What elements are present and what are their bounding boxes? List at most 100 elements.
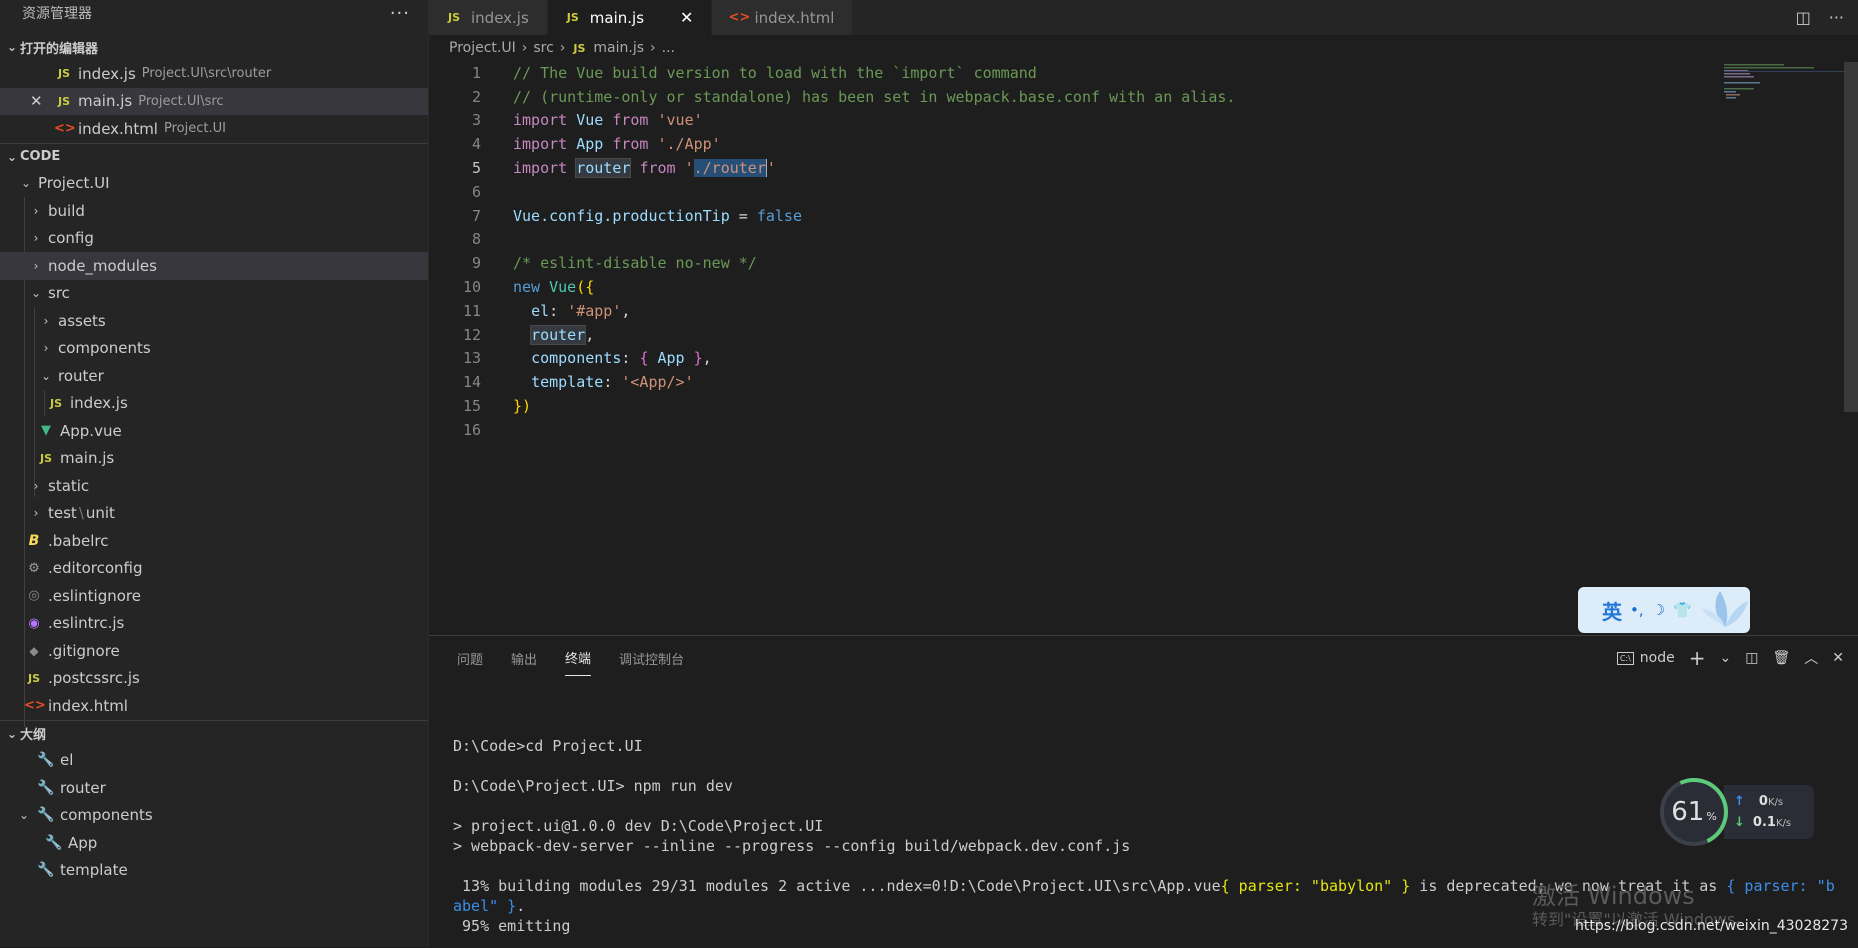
code-identifier: App <box>657 349 685 368</box>
ime-language-indicator[interactable]: 英 <box>1602 596 1622 625</box>
open-editor-main-js[interactable]: ✕ JS main.js Project.UI\src <box>0 87 428 115</box>
minimap[interactable] <box>1724 62 1844 102</box>
line-number: 7 <box>471 206 481 225</box>
download-value: 0.1 <box>1752 815 1776 830</box>
outline-label: template <box>60 861 128 880</box>
close-icon[interactable]: ✕ <box>680 8 693 27</box>
code-line: 1 // The Vue build version to load with t… <box>429 61 1858 85</box>
editor-scrollbar[interactable] <box>1844 62 1858 412</box>
code-line: 16 <box>429 418 1858 442</box>
tree-file-eslintrc[interactable]: ◉ .eslintrc.js <box>0 610 428 638</box>
wrench-icon: 🔧 <box>37 752 55 769</box>
breadcrumb-item[interactable]: main.js <box>593 40 644 56</box>
tab-output[interactable]: 输出 <box>511 641 537 676</box>
open-editor-index-js[interactable]: JS index.js Project.UI\src\router <box>0 60 428 88</box>
line-number: 9 <box>471 254 481 273</box>
outline-header[interactable]: ⌄ 大纲 <box>0 719 428 747</box>
code-folder-title: CODE <box>20 149 61 164</box>
tree-folder-assets[interactable]: › assets <box>0 307 428 335</box>
code-editor[interactable]: 1 // The Vue build version to load with t… <box>429 61 1858 442</box>
tree-file-postcssrc[interactable]: JS .postcssrc.js <box>0 665 428 693</box>
tree-folder-src[interactable]: ⌄ src <box>0 280 428 308</box>
outline-item-app[interactable]: 🔧 App <box>0 829 428 857</box>
tab-terminal[interactable]: 终端 <box>565 640 592 676</box>
code-keyword: from <box>639 159 676 178</box>
more-actions-icon[interactable]: ··· <box>1829 8 1844 27</box>
open-editor-path: Project.UI\src\router <box>141 66 272 82</box>
tree-folder-config[interactable]: › config <box>0 225 428 253</box>
tab-index-js[interactable]: JS index.js <box>429 0 548 35</box>
code-keyword: import <box>513 159 568 178</box>
js-file-icon: JS <box>573 41 586 55</box>
tab-label: index.js <box>471 8 529 27</box>
code-line: 10 new Vue({ <box>429 275 1858 299</box>
tree-folder-static[interactable]: › static <box>0 472 428 500</box>
tab-debug-console[interactable]: 调试控制台 <box>619 641 684 676</box>
close-icon[interactable]: ✕ <box>30 92 43 110</box>
terminal-icon: C:\ <box>1616 651 1634 665</box>
download-speed: ↓ 0.1K/s <box>1734 815 1814 830</box>
open-editor-index-html[interactable]: <> index.html Project.UI <box>0 115 428 143</box>
wrench-icon: 🔧 <box>37 807 55 824</box>
split-terminal-icon[interactable]: ◫ <box>1745 650 1758 666</box>
panel-actions: C:\ node + ⌄ ◫ 🗑 ︿ ✕ <box>1616 636 1844 680</box>
breadcrumb-item[interactable]: Project.UI <box>449 40 516 56</box>
tree-file-gitignore[interactable]: ◆ .gitignore <box>0 637 428 665</box>
terminal-blank <box>453 856 1848 876</box>
tree-label: router <box>58 366 104 385</box>
html-file-icon: <> <box>728 10 751 25</box>
breadcrumb-item[interactable]: src <box>533 40 553 56</box>
ime-moon-icon[interactable]: ☽ <box>1652 601 1665 619</box>
tree-label: index.html <box>48 696 128 715</box>
tree-folder-router[interactable]: ⌄ router <box>0 362 428 390</box>
code-comment: /* eslint-disable no-new */ <box>513 254 757 273</box>
terminal-selector[interactable]: C:\ node <box>1616 650 1675 666</box>
editor-group: JS index.js JS main.js ✕ <> index.html ◫… <box>429 0 1858 635</box>
tree-folder-test-unit[interactable]: › test \ unit <box>0 500 428 528</box>
code-line: 15}) <box>429 394 1858 418</box>
code-keyword: from <box>612 111 649 130</box>
tree-folder-components[interactable]: › components <box>0 335 428 363</box>
outline-item-router[interactable]: 🔧 router <box>0 774 428 802</box>
code-line: 12 router, <box>429 323 1858 347</box>
maximize-panel-icon[interactable]: ︿ <box>1804 648 1818 668</box>
ime-toolbar[interactable]: 英 •, ☽ 👕 <box>1578 587 1750 633</box>
outline-item-template[interactable]: 🔧 template <box>0 857 428 885</box>
open-editors-header[interactable]: ⌄ 打开的编辑器 <box>0 34 428 60</box>
explorer-title: 资源管理器 <box>22 6 92 22</box>
ime-skin-icon[interactable]: 👕 <box>1673 601 1692 619</box>
network-speed-widget[interactable]: 61% ↑ 0K/s ↓ 0.1K/s <box>1660 776 1814 848</box>
terminal-line: > project.ui@1.0.0 dev D:\Code\Project.U… <box>453 817 824 835</box>
chevron-down-icon: ⌄ <box>20 176 32 191</box>
tree-file-editorconfig[interactable]: ⚙ .editorconfig <box>0 555 428 583</box>
tree-folder-build[interactable]: › build <box>0 197 428 225</box>
more-actions-icon[interactable]: ··· <box>390 3 410 24</box>
tree-file-app-vue[interactable]: ▼ App.vue <box>0 417 428 445</box>
tab-problems[interactable]: 问题 <box>457 641 483 676</box>
trash-icon[interactable]: 🗑 <box>1772 650 1790 666</box>
tree-folder-project-ui[interactable]: ⌄ Project.UI <box>0 170 428 198</box>
tree-folder-node-modules[interactable]: › node_modules <box>0 252 428 280</box>
tree-file-index-html[interactable]: <> index.html <box>0 692 428 720</box>
tree-file-eslintignore[interactable]: ◎ .eslintignore <box>0 582 428 610</box>
outline-item-el[interactable]: 🔧 el <box>0 747 428 775</box>
wrench-icon: 🔧 <box>37 862 55 879</box>
tree-file-router-index-js[interactable]: JS index.js <box>0 390 428 418</box>
tree-label: node_modules <box>48 256 157 275</box>
split-editor-icon[interactable]: ◫ <box>1796 8 1811 27</box>
code-folder-header[interactable]: ⌄ CODE <box>0 142 428 170</box>
breadcrumb-item[interactable]: ... <box>662 40 675 56</box>
usage-percent: 61 <box>1671 797 1705 827</box>
tree-file-babelrc[interactable]: B .babelrc <box>0 527 428 555</box>
chevron-down-icon[interactable]: ⌄ <box>1720 650 1732 666</box>
tab-index-html[interactable]: <> index.html <box>712 0 854 35</box>
tab-main-js[interactable]: JS main.js ✕ <box>547 0 713 35</box>
js-file-icon: JS <box>57 94 70 108</box>
add-terminal-icon[interactable]: + <box>1689 646 1706 670</box>
close-icon[interactable]: ✕ <box>1832 650 1844 666</box>
outline-item-components[interactable]: ⌄ 🔧 components <box>0 802 428 830</box>
ime-punctuation-icon[interactable]: •, <box>1630 601 1644 619</box>
code-bracket: } <box>684 349 703 368</box>
tree-file-main-js[interactable]: JS main.js <box>0 445 428 473</box>
code-property: components <box>531 349 622 368</box>
